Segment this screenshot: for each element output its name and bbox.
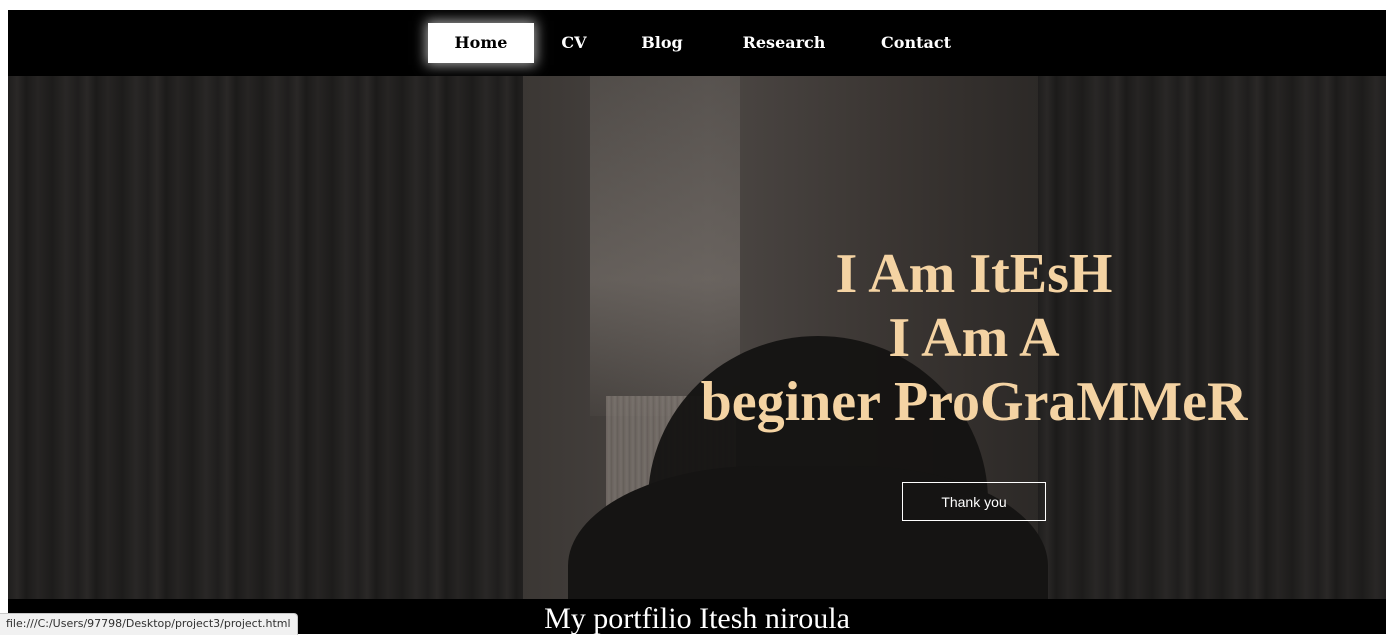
browser-status-bar-url: file:///C:/Users/97798/Desktop/project3/…: [0, 613, 298, 635]
hero-line-3: beginer ProGraMMeR: [700, 371, 1248, 433]
hero-line-1: I Am ItEsH: [835, 243, 1113, 305]
hero-line-2: I Am A: [888, 307, 1060, 369]
nav-item-cv[interactable]: CV: [552, 23, 596, 63]
hero-background-curtain-left: [8, 76, 528, 599]
footer-text: My portfilio Itesh niroula: [544, 602, 850, 634]
nav-item-contact[interactable]: Contact: [868, 23, 964, 63]
nav-item-home[interactable]: Home: [428, 23, 534, 63]
thank-you-button[interactable]: Thank you: [902, 482, 1046, 521]
hero-heading: I Am ItEsH I Am A beginer ProGraMMeR: [684, 242, 1264, 434]
nav-item-blog[interactable]: Blog: [632, 23, 692, 63]
nav-item-research[interactable]: Research: [724, 23, 844, 63]
hero-section: I Am ItEsH I Am A beginer ProGraMMeR Tha…: [8, 76, 1386, 599]
page: Home CV Blog Research Contact I Am ItEsH…: [8, 10, 1386, 634]
navbar: Home CV Blog Research Contact: [8, 10, 1386, 76]
